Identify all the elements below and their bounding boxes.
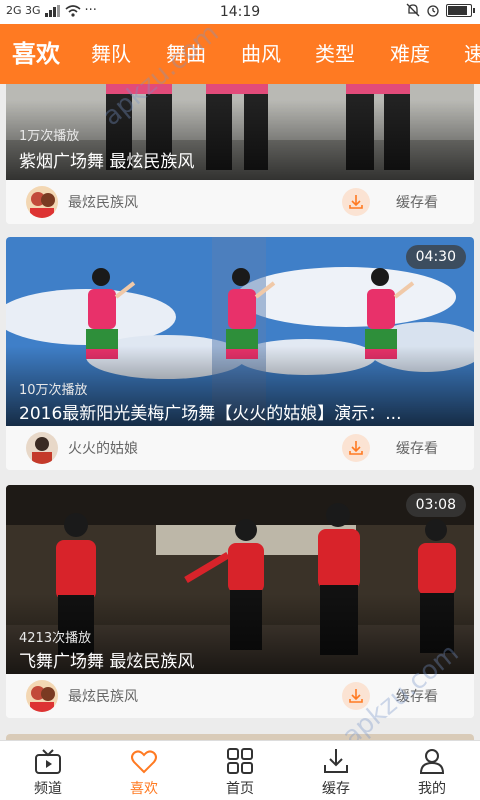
mute-bell-icon (406, 3, 420, 17)
nav-home[interactable]: 首页 (192, 741, 288, 800)
nav-label: 喜欢 (130, 781, 158, 797)
avatar[interactable] (26, 680, 58, 712)
tab-favorites[interactable]: 喜欢 (12, 24, 60, 84)
nav-label: 频道 (34, 781, 62, 797)
nav-label: 缓存 (322, 781, 350, 797)
tab-dance-song[interactable]: 舞曲 (166, 24, 206, 84)
play-count: 10万次播放 (19, 383, 88, 398)
video-thumbnail[interactable]: 03:08 4213次播放 飞舞广场舞 最炫民族风 (6, 485, 474, 674)
nav-cache[interactable]: 缓存 (288, 741, 384, 800)
tab-style[interactable]: 曲风 (241, 24, 281, 84)
tab-type[interactable]: 类型 (315, 24, 355, 84)
download-icon (324, 749, 348, 773)
download-icon[interactable] (342, 188, 370, 216)
grid-icon (227, 748, 253, 774)
download-icon[interactable] (342, 682, 370, 710)
status-bar: 2G 3G ··· 14:19 (0, 0, 480, 24)
duration-badge: 04:30 (405, 245, 466, 269)
nav-label: 我的 (418, 781, 446, 797)
duration-badge: 03:08 (405, 493, 466, 517)
alarm-icon (427, 5, 439, 17)
bottom-navigation: 频道 喜欢 首页 缓存 我的 (0, 740, 480, 800)
author-name[interactable]: 火火的姑娘 (68, 438, 138, 458)
video-title[interactable]: 飞舞广场舞 最炫民族风 (19, 647, 462, 672)
avatar[interactable] (26, 432, 58, 464)
video-feed[interactable]: 1万次播放 紫烟广场舞 最炫民族风 最炫民族风 缓存看 04:30 10万次播放… (0, 84, 480, 740)
tab-difficulty[interactable]: 难度 (390, 24, 430, 84)
video-thumbnail[interactable]: 1万次播放 紫烟广场舞 最炫民族风 (6, 84, 474, 180)
author-name[interactable]: 最炫民族风 (68, 686, 138, 706)
video-title[interactable]: 紫烟广场舞 最炫民族风 (19, 147, 462, 172)
video-title[interactable]: 2016最新阳光美梅广场舞【火火的姑娘】演示：... (19, 399, 462, 424)
avatar[interactable] (26, 186, 58, 218)
video-meta-row: 最炫民族风 缓存看 (6, 180, 474, 224)
video-thumbnail[interactable]: 04:30 10万次播放 2016最新阳光美梅广场舞【火火的姑娘】演示：... (6, 237, 474, 426)
nav-favorites[interactable]: 喜欢 (96, 741, 192, 800)
play-count: 1万次播放 (19, 129, 80, 144)
video-card[interactable]: 03:08 4213次播放 飞舞广场舞 最炫民族风 最炫民族风 缓存看 (6, 485, 474, 718)
heart-icon (131, 750, 157, 774)
nav-label: 首页 (226, 781, 254, 797)
download-label[interactable]: 缓存看 (396, 192, 438, 212)
video-meta-row: 火火的姑娘 缓存看 (6, 426, 474, 470)
author-name[interactable]: 最炫民族风 (68, 192, 138, 212)
video-card[interactable]: 1万次播放 紫烟广场舞 最炫民族风 最炫民族风 缓存看 (6, 84, 474, 224)
download-label[interactable]: 缓存看 (396, 686, 438, 706)
video-meta-row: 最炫民族风 缓存看 (6, 674, 474, 718)
play-count: 4213次播放 (19, 631, 92, 646)
battery-icon (446, 3, 475, 17)
download-icon[interactable] (342, 434, 370, 462)
nav-channel[interactable]: 频道 (0, 741, 96, 800)
nav-profile[interactable]: 我的 (384, 741, 480, 800)
tab-dance-team[interactable]: 舞队 (91, 24, 131, 84)
status-icons (406, 3, 475, 17)
channel-icon (35, 749, 61, 774)
video-card[interactable]: 04:30 10万次播放 2016最新阳光美梅广场舞【火火的姑娘】演示：... … (6, 237, 474, 470)
tab-speed[interactable]: 速 (464, 24, 480, 84)
category-tabs: 喜欢 舞队 舞曲 曲风 类型 难度 速 (0, 24, 480, 84)
person-icon (419, 749, 445, 774)
download-label[interactable]: 缓存看 (396, 438, 438, 458)
